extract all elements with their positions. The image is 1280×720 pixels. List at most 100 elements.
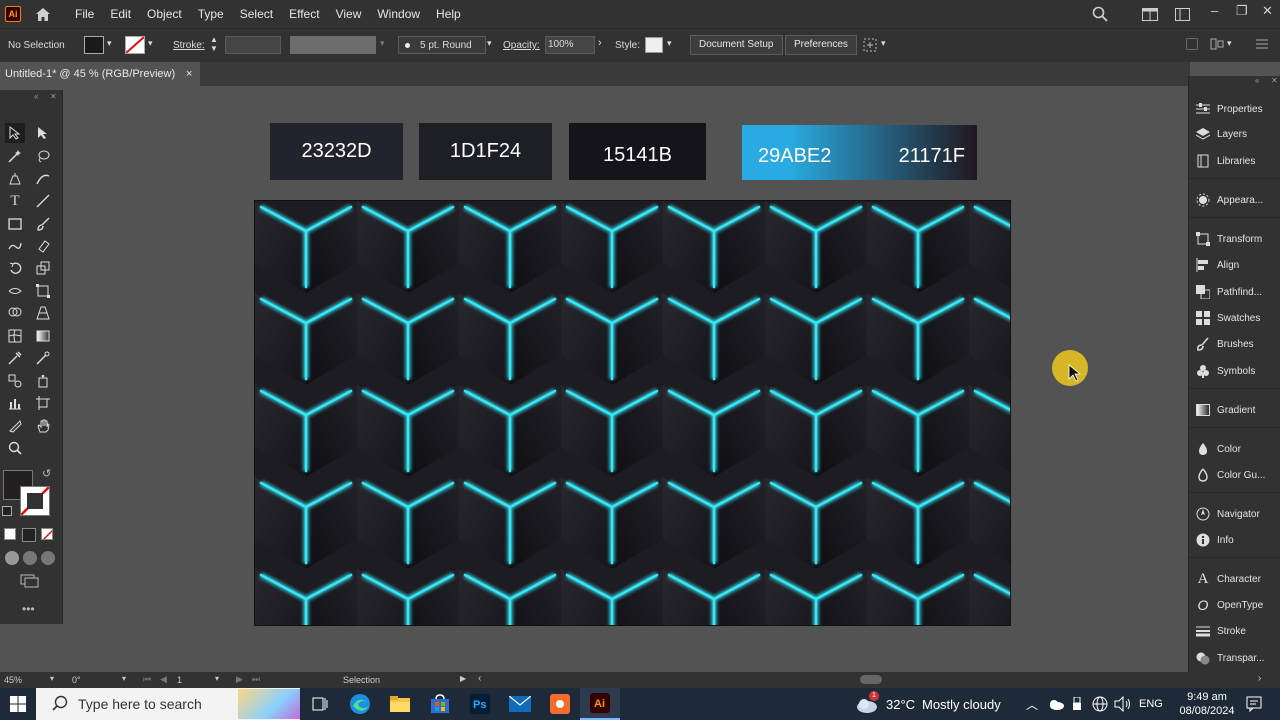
menu-view[interactable]: View bbox=[328, 0, 370, 28]
stroke-swatch[interactable] bbox=[125, 36, 145, 54]
gradient-tool-icon[interactable] bbox=[33, 326, 53, 346]
transform-icon[interactable] bbox=[1210, 37, 1224, 51]
show-hidden-icons-chevron[interactable]: ︿ bbox=[1026, 696, 1038, 713]
zoom-level[interactable]: 45% bbox=[4, 675, 22, 685]
opacity-field[interactable]: 100% bbox=[545, 36, 595, 54]
align-icon[interactable] bbox=[1186, 38, 1198, 50]
restore-icon[interactable]: ❐ bbox=[1236, 3, 1248, 19]
blend-tool-icon[interactable] bbox=[5, 371, 25, 391]
file-explorer-icon[interactable] bbox=[380, 688, 420, 720]
draw-inside-icon[interactable] bbox=[41, 551, 55, 565]
opacity-label[interactable]: Opacity: bbox=[503, 40, 540, 51]
default-fill-stroke-icon[interactable] bbox=[2, 506, 12, 516]
horizontal-scrollbar-thumb[interactable] bbox=[860, 675, 882, 684]
panel-transparency[interactable]: Transpar... bbox=[1195, 648, 1280, 668]
panel-opentype[interactable]: O OpenType bbox=[1195, 595, 1280, 615]
weather-cloud-icon[interactable]: 1 bbox=[855, 691, 881, 716]
style-dropdown-icon[interactable]: ▾ bbox=[667, 38, 672, 49]
edit-toolbar-icon[interactable]: ••• bbox=[22, 602, 35, 616]
orange-app-icon[interactable] bbox=[540, 688, 580, 720]
line-segment-tool-icon[interactable] bbox=[33, 191, 53, 211]
measure-tool-icon[interactable] bbox=[33, 348, 53, 368]
pen-tool-icon[interactable] bbox=[5, 169, 25, 189]
brush-dropdown-icon[interactable]: ▾ bbox=[487, 38, 492, 49]
column-graph-tool-icon[interactable] bbox=[5, 393, 25, 413]
opacity-chevron-icon[interactable]: › bbox=[598, 37, 602, 49]
panel-layers[interactable]: Layers bbox=[1195, 124, 1280, 144]
rotation-dropdown-icon[interactable]: ▾ bbox=[122, 674, 126, 683]
workspace-icon[interactable] bbox=[1175, 8, 1190, 24]
fill-dropdown-icon[interactable]: ▾ bbox=[107, 38, 112, 49]
scroll-right-icon[interactable]: › bbox=[1258, 673, 1261, 684]
photoshop-icon[interactable]: Ps bbox=[460, 688, 500, 720]
stroke-dropdown-icon[interactable]: ▾ bbox=[148, 38, 153, 49]
collapse-panel-icon[interactable]: « bbox=[34, 92, 38, 101]
shaper-tool-icon[interactable] bbox=[5, 236, 25, 256]
arrange-documents-icon[interactable] bbox=[1142, 8, 1158, 24]
language-indicator[interactable]: ENG bbox=[1139, 698, 1163, 710]
perspective-grid-tool-icon[interactable] bbox=[33, 303, 53, 323]
hand-tool-icon[interactable] bbox=[33, 416, 53, 436]
panel-color[interactable]: Color bbox=[1195, 439, 1280, 459]
menu-help[interactable]: Help bbox=[428, 0, 469, 28]
dock-collapse-icon[interactable]: « bbox=[1255, 76, 1259, 85]
illustrator-taskbar-icon[interactable]: Ai bbox=[580, 688, 620, 720]
document-tab-close-icon[interactable]: × bbox=[186, 62, 192, 86]
document-tab[interactable]: Untitled-1* @ 45 % (RGB/Preview) × bbox=[0, 62, 200, 86]
free-transform-tool-icon[interactable] bbox=[33, 281, 53, 301]
quick-actions-dropdown-icon[interactable]: ▾ bbox=[881, 38, 886, 49]
panel-character[interactable]: A Character bbox=[1195, 569, 1280, 589]
menu-file[interactable]: File bbox=[67, 0, 102, 28]
zoom-dropdown-icon[interactable]: ▾ bbox=[50, 674, 54, 683]
search-icon[interactable] bbox=[1092, 6, 1108, 25]
close-panel-icon[interactable]: ✕ bbox=[50, 92, 57, 101]
usb-icon[interactable] bbox=[1072, 696, 1082, 714]
taskbar-search-box[interactable]: Type here to search bbox=[36, 688, 300, 720]
stroke-color-box[interactable] bbox=[20, 486, 50, 516]
task-view-icon[interactable] bbox=[300, 688, 340, 720]
eyedropper-tool-icon[interactable] bbox=[5, 348, 25, 368]
panel-gradient[interactable]: Gradient bbox=[1195, 400, 1280, 420]
gradient-mode-icon[interactable] bbox=[22, 528, 36, 542]
volume-icon[interactable] bbox=[1114, 695, 1132, 715]
panel-swatches[interactable]: Swatches bbox=[1195, 308, 1280, 328]
panel-transform[interactable]: Transform bbox=[1195, 229, 1280, 249]
panel-brushes[interactable]: Brushes bbox=[1195, 334, 1280, 354]
panel-properties[interactable]: Properties bbox=[1195, 99, 1280, 119]
symbol-sprayer-tool-icon[interactable] bbox=[33, 371, 53, 391]
windows-start-icon[interactable] bbox=[0, 688, 36, 720]
document-setup-button[interactable]: Document Setup bbox=[690, 35, 783, 55]
prev-artboard-icon[interactable]: ◀ bbox=[160, 674, 167, 685]
variable-width-profile[interactable] bbox=[290, 36, 376, 54]
mesh-tool-icon[interactable] bbox=[5, 326, 25, 346]
menu-edit[interactable]: Edit bbox=[102, 0, 139, 28]
panel-pathfinder[interactable]: Pathfind... bbox=[1195, 282, 1280, 302]
swap-fill-stroke-icon[interactable]: ↺ bbox=[42, 467, 51, 480]
panel-symbols[interactable]: Symbols bbox=[1195, 361, 1280, 381]
artboard-tool-icon[interactable] bbox=[33, 393, 53, 413]
draw-behind-icon[interactable] bbox=[23, 551, 37, 565]
clock[interactable]: 9:49 am 08/08/2024 bbox=[1170, 690, 1244, 718]
lasso-tool-icon[interactable] bbox=[33, 146, 53, 166]
weather-condition[interactable]: Mostly cloudy bbox=[922, 697, 1001, 712]
zoom-tool-icon[interactable] bbox=[5, 438, 25, 458]
control-menu-icon[interactable] bbox=[1256, 39, 1268, 52]
notification-center-icon[interactable] bbox=[1246, 696, 1262, 715]
direct-selection-tool-icon[interactable] bbox=[33, 123, 53, 143]
shape-builder-tool-icon[interactable] bbox=[5, 303, 25, 323]
slice-tool-icon[interactable] bbox=[5, 416, 25, 436]
home-icon[interactable] bbox=[33, 4, 53, 24]
rectangle-tool-icon[interactable] bbox=[5, 214, 25, 234]
preferences-button[interactable]: Preferences bbox=[785, 35, 857, 55]
artboard-number[interactable]: 1 bbox=[177, 675, 182, 685]
menu-object[interactable]: Object bbox=[139, 0, 190, 28]
panel-navigator[interactable]: Navigator bbox=[1195, 504, 1280, 524]
panel-color-guide[interactable]: Color Gu... bbox=[1195, 465, 1280, 485]
onedrive-icon[interactable] bbox=[1048, 698, 1064, 713]
network-globe-icon[interactable] bbox=[1092, 696, 1108, 715]
minimize-icon[interactable]: – bbox=[1211, 3, 1218, 18]
rotate-tool-icon[interactable] bbox=[5, 258, 25, 278]
eraser-tool-icon[interactable] bbox=[33, 236, 53, 256]
brush-definition[interactable]: 5 pt. Round bbox=[398, 36, 486, 54]
type-tool-icon[interactable]: T bbox=[5, 191, 25, 211]
